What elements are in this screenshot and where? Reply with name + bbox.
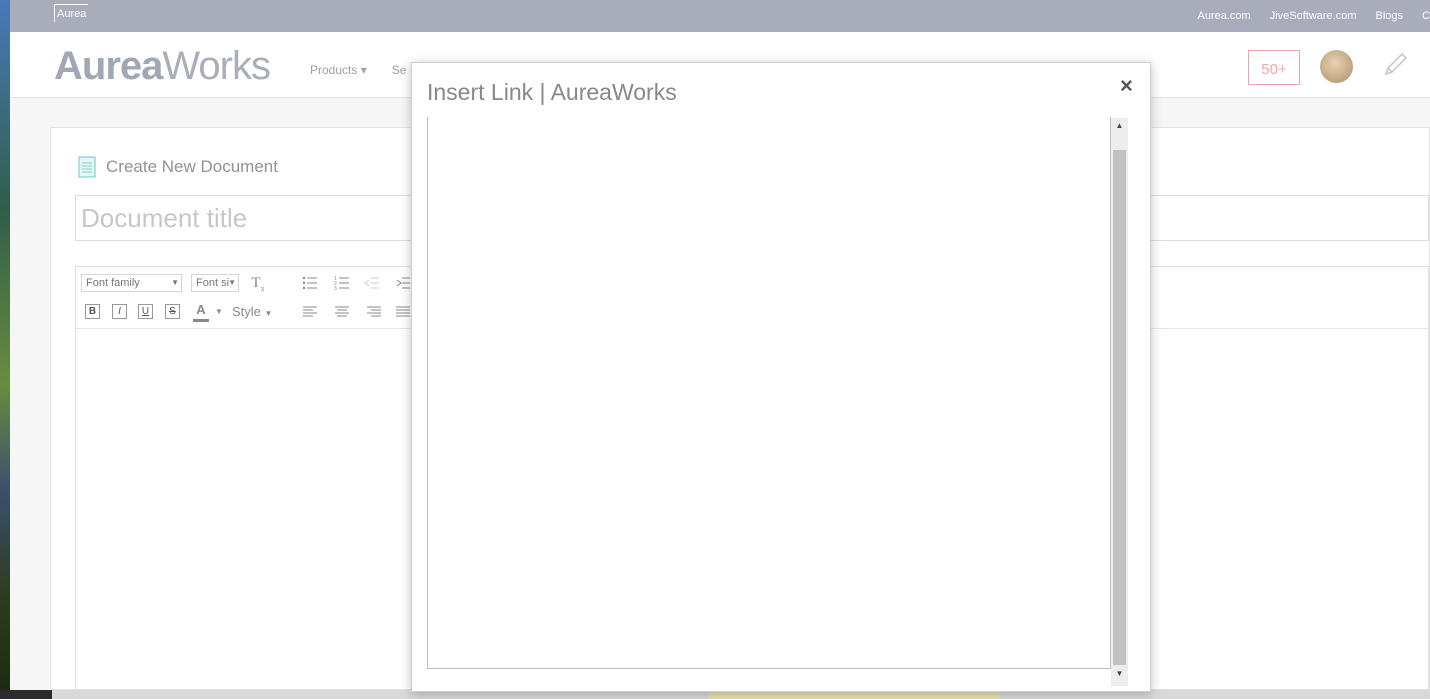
text-color-icon[interactable]: A <box>193 302 209 322</box>
link-blogs[interactable]: Blogs <box>1376 10 1404 22</box>
link-jivesoftware[interactable]: JiveSoftware.com <box>1270 10 1357 22</box>
link-more[interactable]: C <box>1422 10 1430 22</box>
bullet-list-icon[interactable] <box>302 275 318 291</box>
scroll-down-icon[interactable]: ▼ <box>1111 666 1128 682</box>
italic-icon[interactable]: I <box>112 304 127 319</box>
underline-icon[interactable]: U <box>138 304 153 319</box>
nav-products[interactable]: Products ▾ <box>310 63 367 77</box>
main-nav: Products ▾ Se <box>310 63 406 77</box>
align-center-icon[interactable] <box>334 304 350 320</box>
align-right-icon[interactable] <box>366 304 382 320</box>
scroll-thumb[interactable] <box>1113 150 1126 665</box>
font-size-select[interactable]: Font si ▼ <box>191 274 239 292</box>
dialog-scrollbar[interactable]: ▲ ▼ <box>1111 118 1128 686</box>
align-left-icon[interactable] <box>302 304 318 320</box>
pencil-icon[interactable] <box>1380 50 1410 80</box>
page-title: Create New Document <box>106 157 278 176</box>
avatar[interactable] <box>1320 50 1353 83</box>
bold-icon[interactable]: B <box>85 304 100 319</box>
brand-logo[interactable]: AureaWorks <box>54 44 271 89</box>
notifications-badge[interactable]: 50+ <box>1248 50 1300 85</box>
desktop-background <box>0 0 10 699</box>
dialog-content-frame[interactable] <box>427 117 1111 669</box>
insert-link-dialog: Insert Link | AureaWorks × ▲ ▼ <box>411 62 1151 692</box>
numbered-list-icon[interactable]: 1 2 3 <box>334 275 350 291</box>
font-family-select[interactable]: Font family ▼ <box>81 274 182 292</box>
clear-formatting-icon[interactable]: Tx <box>250 275 266 293</box>
top-links: Aurea.com JiveSoftware.com Blogs C <box>1198 0 1430 32</box>
document-icon <box>78 156 96 178</box>
strikethrough-icon[interactable]: S <box>165 304 180 319</box>
align-justify-icon[interactable] <box>396 304 410 320</box>
dialog-title: Insert Link | AureaWorks <box>427 79 677 105</box>
nav-search[interactable]: Se <box>392 63 407 77</box>
svg-text:3: 3 <box>334 286 337 291</box>
style-dropdown[interactable]: Style ▼ <box>232 304 272 319</box>
close-icon[interactable]: × <box>1120 73 1133 99</box>
create-document-header: Create New Document <box>78 156 278 178</box>
chevron-down-icon[interactable]: ▼ <box>211 304 227 320</box>
scroll-up-icon[interactable]: ▲ <box>1111 118 1128 134</box>
outdent-icon[interactable] <box>364 275 380 291</box>
link-aurea-com[interactable]: Aurea.com <box>1198 10 1251 22</box>
indent-icon[interactable] <box>396 275 410 291</box>
top-bar: Aurea Aurea.com JiveSoftware.com Blogs C <box>10 0 1430 32</box>
aurea-logo[interactable]: Aurea <box>54 4 89 22</box>
